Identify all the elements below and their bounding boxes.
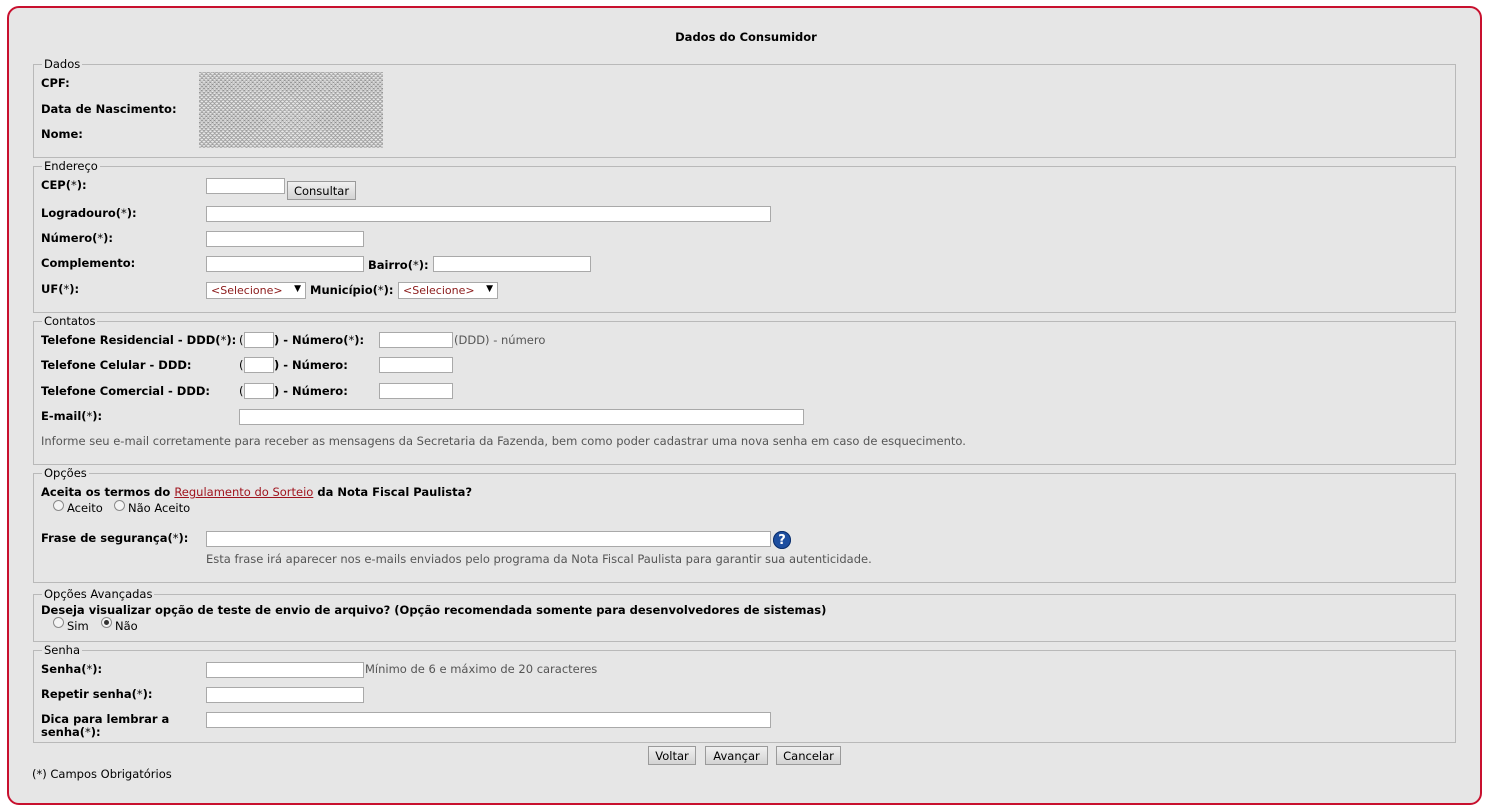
cancelar-button[interactable]: Cancelar — [776, 746, 841, 765]
tel-celular-ddd-input[interactable] — [244, 357, 274, 373]
tel-comercial-ddd-input[interactable] — [244, 383, 274, 399]
tel-residencial-label: Telefone Residencial - DDD(*): — [41, 333, 237, 347]
legend-senha: Senha — [44, 643, 80, 657]
aceito-label: Aceito — [67, 501, 103, 515]
tel-comercial-numero-input[interactable] — [379, 383, 453, 399]
chevron-down-icon: ▼ — [486, 284, 493, 294]
birthdate-label: Data de Nascimento: — [41, 102, 177, 116]
legend-endereco: Endereço — [44, 159, 98, 173]
required-fields-note: (*) Campos Obrigatórios — [32, 767, 172, 781]
email-input[interactable] — [239, 409, 804, 425]
frase-input[interactable] — [206, 531, 771, 547]
regulamento-question: Aceita os termos do Regulamento do Sorte… — [41, 485, 473, 499]
tel-comercial-label: Telefone Comercial - DDD: — [41, 384, 211, 398]
senha-input[interactable] — [206, 662, 364, 678]
cep-input[interactable] — [206, 178, 285, 194]
legend-dados: Dados — [44, 57, 81, 71]
cep-label: CEP(*): — [41, 178, 87, 192]
legend-opcoes-avancadas: Opções Avançadas — [44, 587, 153, 601]
nao-radio[interactable] — [101, 617, 112, 628]
aceito-radio[interactable] — [53, 500, 64, 511]
email-hint: Informe seu e-mail corretamente para rec… — [41, 434, 966, 448]
phone-format-hint: (DDD) - número — [454, 333, 546, 347]
sim-radio[interactable] — [53, 617, 64, 628]
municipio-select[interactable]: <Selecione> ▼ — [398, 282, 498, 299]
teste-envio-question: Deseja visualizar opção de teste de envi… — [41, 603, 827, 617]
paren-open: ( — [239, 358, 244, 372]
senha-hint: Mínimo de 6 e máximo de 20 caracteres — [365, 662, 598, 676]
repetir-senha-label: Repetir senha(*): — [41, 687, 153, 701]
regulamento-link[interactable]: Regulamento do Sorteio — [174, 485, 313, 499]
dica-label-line2: senha(*): — [41, 725, 101, 739]
nao-aceito-label: Não Aceito — [128, 501, 191, 515]
help-icon[interactable]: ? — [773, 531, 791, 549]
tel-residencial-numero-input[interactable] — [379, 332, 453, 348]
avancar-button[interactable]: Avançar — [705, 746, 768, 765]
page-title: Dados do Consumidor — [675, 30, 817, 44]
repetir-senha-input[interactable] — [206, 687, 364, 703]
nao-aceito-radio[interactable] — [114, 500, 125, 511]
municipio-label: Município(*): — [310, 283, 394, 297]
legend-opcoes: Opções — [44, 466, 87, 480]
tel-comercial-numero-label: ) - Número: — [274, 384, 348, 398]
paren-open: ( — [239, 333, 244, 347]
cpf-label: CPF: — [41, 76, 70, 90]
tel-residencial-numero-label: ) - Número(*): — [274, 333, 365, 347]
legend-contatos: Contatos — [44, 314, 96, 328]
frase-hint: Esta frase irá aparecer nos e-mails envi… — [206, 552, 872, 566]
frase-label: Frase de segurança(*): — [41, 531, 189, 545]
voltar-button[interactable]: Voltar — [648, 746, 696, 765]
uf-select[interactable]: <Selecione> ▼ — [206, 282, 306, 299]
name-label: Nome: — [41, 127, 83, 141]
sim-label: Sim — [67, 619, 89, 633]
complemento-input[interactable] — [206, 256, 364, 272]
email-label: E-mail(*): — [41, 409, 103, 423]
logradouro-input[interactable] — [206, 206, 771, 222]
dica-label-line1: Dica para lembrar a — [41, 712, 170, 726]
tel-celular-label: Telefone Celular - DDD: — [41, 358, 192, 372]
complemento-label: Complemento: — [41, 256, 136, 270]
redacted-personal-data — [199, 72, 383, 148]
bairro-input[interactable] — [433, 256, 591, 272]
numero-input[interactable] — [206, 231, 364, 247]
logradouro-label: Logradouro(*): — [41, 206, 137, 220]
senha-label: Senha(*): — [41, 662, 103, 676]
tel-residencial-ddd-input[interactable] — [244, 332, 274, 348]
tel-celular-numero-label: ) - Número: — [274, 358, 348, 372]
dica-input[interactable] — [206, 712, 771, 728]
tel-celular-numero-input[interactable] — [379, 357, 453, 373]
chevron-down-icon: ▼ — [294, 284, 301, 294]
uf-label: UF(*): — [41, 282, 80, 296]
consultar-button[interactable]: Consultar — [287, 181, 356, 200]
nao-label: Não — [115, 619, 138, 633]
numero-label: Número(*): — [41, 231, 114, 245]
paren-open: ( — [239, 384, 244, 398]
bairro-label: Bairro(*): — [368, 258, 429, 272]
